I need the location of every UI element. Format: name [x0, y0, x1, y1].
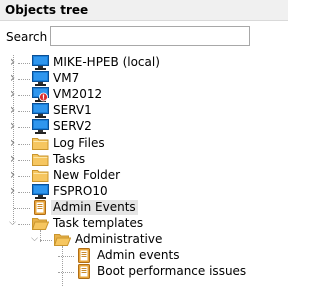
folder-icon [32, 136, 49, 151]
computer-icon [32, 119, 49, 134]
tree-connector [18, 176, 30, 177]
tree-connector [58, 256, 74, 257]
document-icon [76, 264, 93, 279]
tree-connector [14, 208, 30, 209]
chevron-down-icon[interactable]: ⌵ [30, 235, 39, 244]
tree-connector [18, 95, 30, 96]
tree-item-vm2012[interactable]: ›! VM2012 [0, 87, 288, 103]
tree-connector [18, 63, 30, 64]
tree-item-label: Log Files [53, 136, 105, 150]
tree-item-boot-performance[interactable]: Boot performance issues [0, 264, 288, 280]
svg-text:!: ! [42, 94, 45, 102]
folder-icon [32, 168, 49, 183]
search-label: Search [6, 30, 48, 44]
tree-item-vm7[interactable]: › VM7 [0, 71, 288, 87]
tree-connector [40, 240, 52, 241]
tree-item-new-folder[interactable]: › New Folder [0, 168, 288, 184]
folder-open-icon [53, 232, 72, 247]
tree-connector [18, 144, 30, 145]
tree-connector [18, 192, 30, 193]
tree-item-fspro10[interactable]: › FSPRO10 [0, 184, 288, 200]
tree-item-label: FSPRO10 [53, 184, 108, 198]
document-icon [76, 248, 93, 263]
tree-guide-line [40, 230, 41, 242]
tree-item-label: MIKE-HPEB (local) [53, 55, 160, 69]
tree-item-label: New Folder [53, 168, 121, 182]
tree-item-label: Tasks [53, 152, 86, 166]
tree-item-label: SERV2 [53, 119, 92, 133]
document-icon [32, 200, 49, 215]
objects-tree: › MIKE-HPEB (local) › VM7 ›! VM2012 › SERV1 … [0, 55, 288, 286]
panel-header: Objects tree [0, 0, 288, 21]
tree-item-label: Boot performance issues [97, 264, 247, 278]
tree-item-label: Admin events [97, 248, 180, 262]
tree-item-label: Task templates [53, 216, 144, 230]
folder-open-icon [31, 216, 50, 231]
folder-icon [32, 152, 49, 167]
computer-icon [32, 55, 49, 70]
tree-connector [18, 79, 30, 80]
tree-item-administrative[interactable]: ⌵ Administrative [0, 232, 288, 248]
panel-title: Objects tree [5, 3, 89, 17]
tree-connector [18, 111, 30, 112]
tree-item-label: VM7 [53, 71, 80, 85]
tree-item-admin-events-template[interactable]: Admin events [0, 248, 288, 264]
tree-item-admin-events[interactable]: Admin Events [0, 200, 288, 216]
tree-item-log-files[interactable]: › Log Files [0, 136, 288, 152]
computer-icon [32, 103, 49, 118]
tree-item-mike-hpeb[interactable]: › MIKE-HPEB (local) [0, 55, 288, 71]
tree-item-serv2[interactable]: › SERV2 [0, 119, 288, 135]
tree-item-label: SERV1 [53, 103, 92, 117]
tree-item-label: Administrative [75, 232, 163, 246]
tree-item-label: VM2012 [53, 87, 103, 101]
computer-error-icon: ! [32, 87, 49, 102]
tree-connector [18, 224, 30, 225]
tree-item-task-templates[interactable]: ⌵ Task templates [0, 216, 288, 232]
tree-connector [18, 160, 30, 161]
computer-icon [32, 71, 49, 86]
search-input[interactable] [50, 26, 250, 46]
tree-guide-line [13, 55, 14, 225]
tree-item-serv1[interactable]: › SERV1 [0, 103, 288, 119]
tree-guide-line [62, 246, 63, 286]
tree-item-tasks[interactable]: › Tasks [0, 152, 288, 168]
tree-item-label: Admin Events [51, 200, 138, 215]
tree-connector [58, 272, 74, 273]
tree-connector [18, 127, 30, 128]
computer-icon [32, 184, 49, 199]
